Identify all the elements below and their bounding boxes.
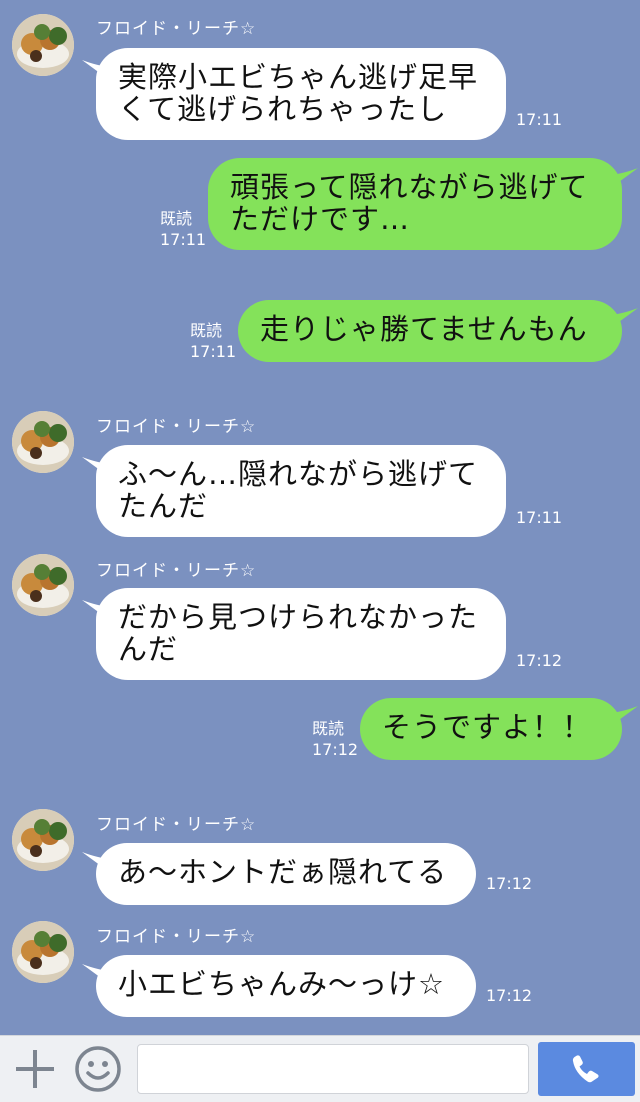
sender-name: フロイド・リーチ☆ — [96, 561, 257, 581]
plus-icon — [16, 1050, 54, 1088]
avatar[interactable] — [12, 14, 74, 76]
call-button[interactable] — [538, 1042, 635, 1096]
message-time: 17:12 — [516, 651, 563, 670]
message-bubble[interactable]: 走りじゃ勝てませんもん — [238, 300, 622, 362]
message-text-line: あ〜ホントだぁ隠れてる — [118, 855, 448, 889]
read-label: 既読 — [312, 719, 345, 738]
sender-name: フロイド・リーチ☆ — [96, 417, 257, 437]
message-bubble[interactable]: あ〜ホントだぁ隠れてる — [96, 843, 476, 905]
bubble-tail — [608, 308, 638, 330]
message-bubble[interactable]: 頑張って隠れながら逃げて ただけです… — [208, 158, 622, 250]
message-text-line: 小エビちゃんみ〜っけ☆ — [118, 967, 445, 1001]
bubble-tail — [608, 706, 638, 728]
read-label: 既読 — [190, 321, 223, 340]
input-toolbar — [0, 1035, 640, 1102]
message-time: 17:11 — [516, 110, 563, 129]
avatar[interactable] — [12, 554, 74, 616]
sender-name: フロイド・リーチ☆ — [96, 927, 257, 947]
message-text-line: んだ — [118, 632, 179, 666]
message-text-line: そうですよ！！ — [382, 710, 593, 744]
smiley-icon — [75, 1046, 121, 1092]
message-text-line: ただけです… — [230, 202, 411, 236]
message-text-line: くて逃げられちゃったし — [118, 92, 448, 126]
message-text-line: 走りじゃ勝てませんもん — [260, 312, 588, 346]
avatar[interactable] — [12, 809, 74, 871]
message-time: 17:11 — [190, 342, 237, 361]
plus-button[interactable] — [12, 1046, 58, 1092]
message-input[interactable] — [137, 1044, 529, 1094]
message-text-line: 実際小エビちゃん逃げ足早 — [118, 60, 479, 94]
chat-area[interactable]: フロイド・リーチ☆ 実際小エビちゃん逃げ足早 くて逃げられちゃったし 17:11… — [0, 0, 640, 1035]
read-label: 既読 — [160, 209, 193, 228]
sender-name: フロイド・リーチ☆ — [96, 19, 257, 39]
message-bubble[interactable]: そうですよ！！ — [360, 698, 622, 760]
message-time: 17:11 — [516, 508, 563, 527]
message-time: 17:11 — [160, 230, 207, 249]
read-receipt: 既読 17:11 — [160, 208, 206, 250]
message-time: 17:12 — [486, 986, 533, 1005]
message-time: 17:12 — [486, 874, 533, 893]
read-receipt: 既読 17:12 — [312, 718, 358, 760]
bubble-tail — [608, 168, 638, 190]
message-bubble[interactable]: ふ〜ん…隠れながら逃げて たんだ — [96, 445, 506, 537]
message-bubble[interactable]: 小エビちゃんみ〜っけ☆ — [96, 955, 476, 1017]
avatar[interactable] — [12, 411, 74, 473]
message-text-line: たんだ — [118, 489, 209, 523]
avatar[interactable] — [12, 921, 74, 983]
message-time: 17:12 — [312, 740, 359, 759]
message-bubble[interactable]: だから見つけられなかった んだ — [96, 588, 506, 680]
message-bubble[interactable]: 実際小エビちゃん逃げ足早 くて逃げられちゃったし — [96, 48, 506, 140]
emoji-button[interactable] — [73, 1044, 123, 1094]
sender-name: フロイド・リーチ☆ — [96, 815, 257, 835]
message-text-line: ふ〜ん…隠れながら逃げて — [118, 457, 479, 491]
phone-icon — [572, 1055, 599, 1083]
read-receipt: 既読 17:11 — [190, 320, 236, 362]
message-text-line: 頑張って隠れながら逃げて — [230, 170, 589, 204]
message-text-line: だから見つけられなかった — [118, 600, 479, 634]
